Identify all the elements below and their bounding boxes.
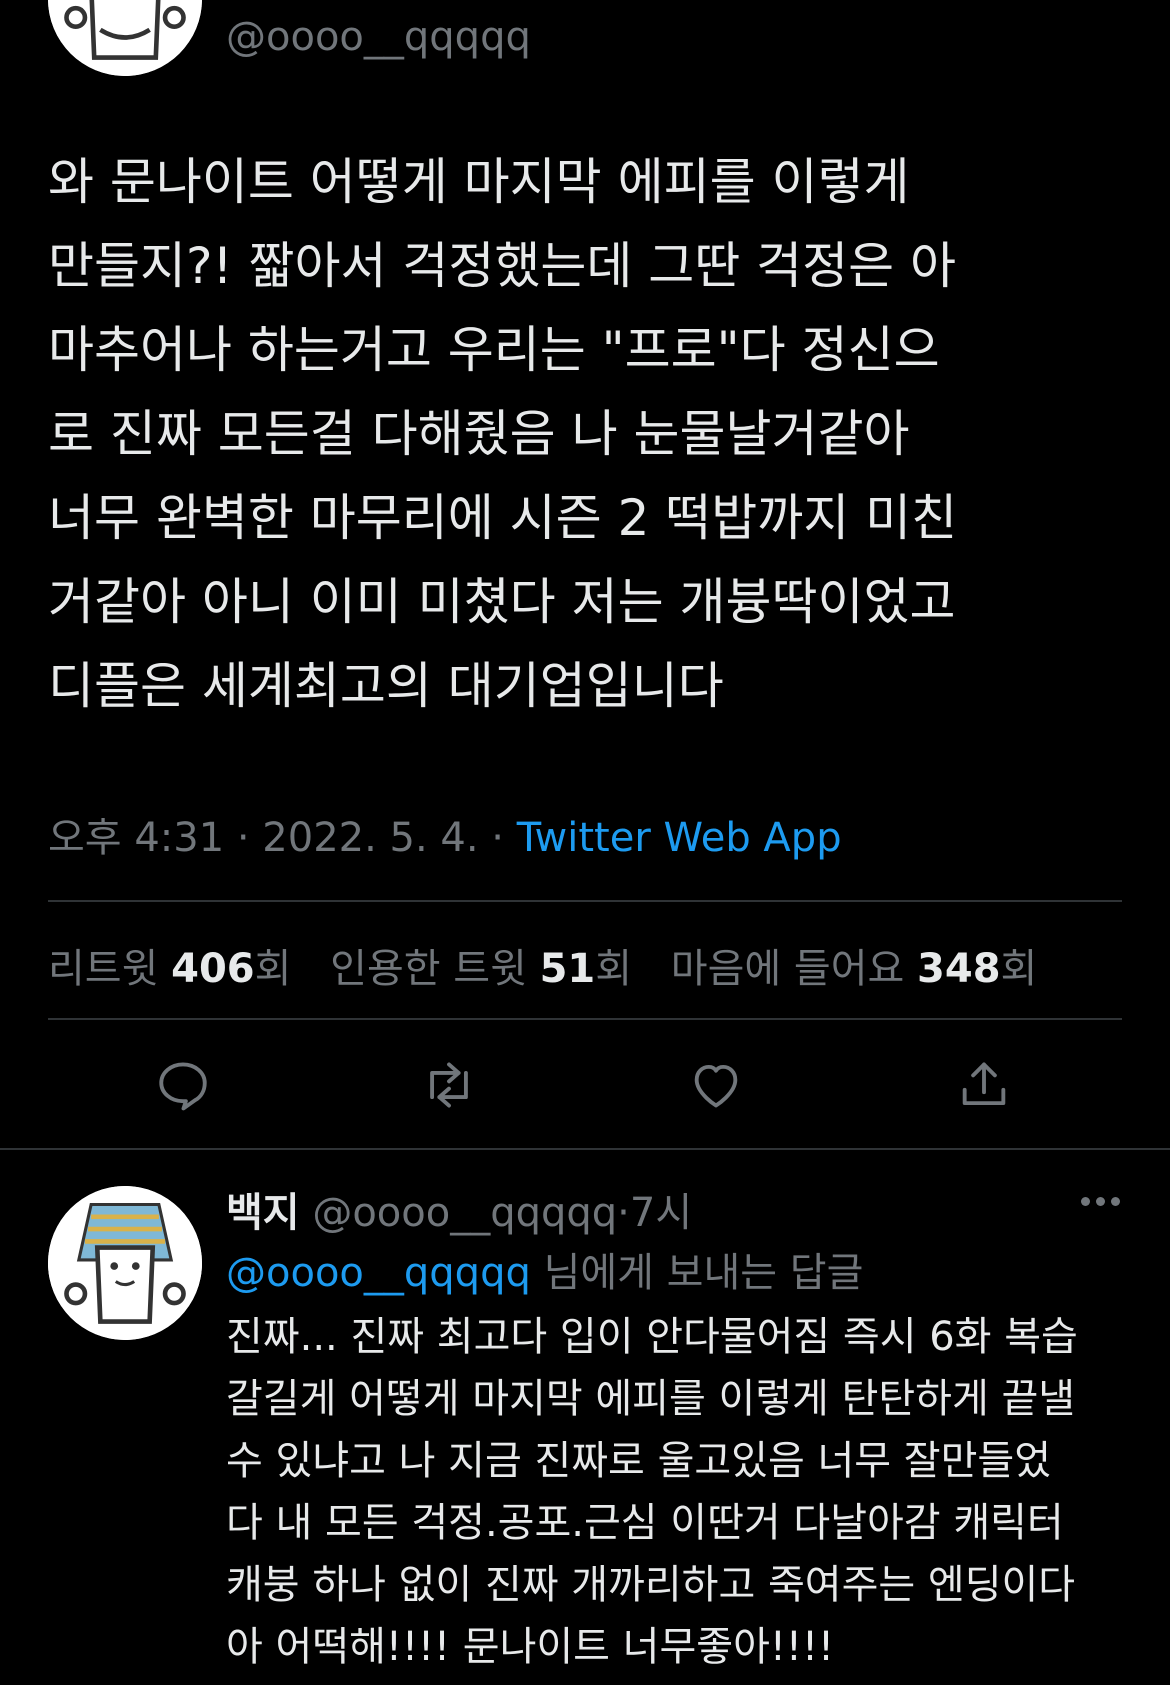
reply-button[interactable] (148, 1050, 218, 1120)
meta-separator: · (617, 1190, 630, 1236)
share-button[interactable] (949, 1050, 1019, 1120)
tweet-action-bar (0, 1050, 1170, 1120)
quotes-unit: 회 (595, 946, 633, 992)
more-dot-icon (1095, 1196, 1105, 1206)
more-dot-icon (1110, 1196, 1120, 1206)
divider (48, 900, 1122, 902)
author-avatar[interactable] (48, 0, 202, 76)
tweet-source-link[interactable]: Twitter Web App (517, 815, 842, 861)
meta-separator: · (236, 815, 250, 861)
reply-time[interactable]: 7시 (630, 1190, 692, 1236)
quotes-stat[interactable]: 인용한 트윗 51회 (330, 946, 632, 992)
retweets-count: 406 (171, 946, 255, 992)
author-handle[interactable]: @oooo__qqqqq (226, 14, 531, 60)
likes-count: 348 (917, 946, 1001, 992)
reply-icon (159, 1062, 207, 1111)
heart-icon (694, 1064, 738, 1108)
reply-header: 백지 @oooo__qqqqq·7시 (226, 1180, 692, 1238)
tweet-stats: 리트윗 406회 인용한 트윗 51회 마음에 들어요 348회 (48, 936, 1063, 994)
reply-text: 진짜... 진짜 최고다 입이 안다물어짐 즉시 6화 복습 갈길게 어떻게 마… (226, 1314, 1078, 1670)
retweets-label: 리트윗 (48, 946, 159, 992)
more-options-button[interactable] (1070, 1186, 1130, 1216)
divider (0, 1148, 1170, 1150)
replying-to: @oooo__qqqqq 님에게 보내는 답글 (226, 1240, 863, 1298)
likes-label: 마음에 들어요 (670, 946, 905, 992)
replying-to-suffix: 님에게 보내는 답글 (543, 1250, 864, 1296)
replying-to-handle-link[interactable]: @oooo__qqqqq (226, 1250, 531, 1296)
divider (48, 1018, 1122, 1020)
quotes-label: 인용한 트윗 (330, 946, 527, 992)
more-dot-icon (1080, 1196, 1090, 1206)
tweet-text: 와 문나이트 어떻게 마지막 에피를 이렇게 만들지?! 짧아서 걱정했는데 그… (48, 153, 958, 715)
retweet-icon (430, 1062, 468, 1108)
share-icon (962, 1062, 1006, 1106)
avatar-image (48, 1186, 202, 1340)
tweet-time[interactable]: 오후 4:31 (48, 815, 224, 861)
tweet-date[interactable]: 2022. 5. 4. (262, 815, 478, 861)
reply-author-handle[interactable]: @oooo__qqqqq (312, 1190, 617, 1236)
retweets-stat[interactable]: 리트윗 406회 (48, 946, 291, 992)
tweet-meta: 오후 4:31 · 2022. 5. 4. · Twitter Web App (48, 805, 842, 863)
likes-unit: 회 (1000, 946, 1038, 992)
meta-separator: · (491, 815, 505, 861)
like-button[interactable] (681, 1050, 751, 1120)
avatar-image (48, 0, 202, 76)
reply-author-name[interactable]: 백지 (226, 1190, 300, 1236)
retweet-button[interactable] (414, 1050, 484, 1120)
quotes-count: 51 (539, 946, 596, 992)
reply-author-avatar[interactable] (48, 1186, 202, 1340)
likes-stat[interactable]: 마음에 들어요 348회 (671, 946, 1038, 992)
retweets-unit: 회 (254, 946, 292, 992)
